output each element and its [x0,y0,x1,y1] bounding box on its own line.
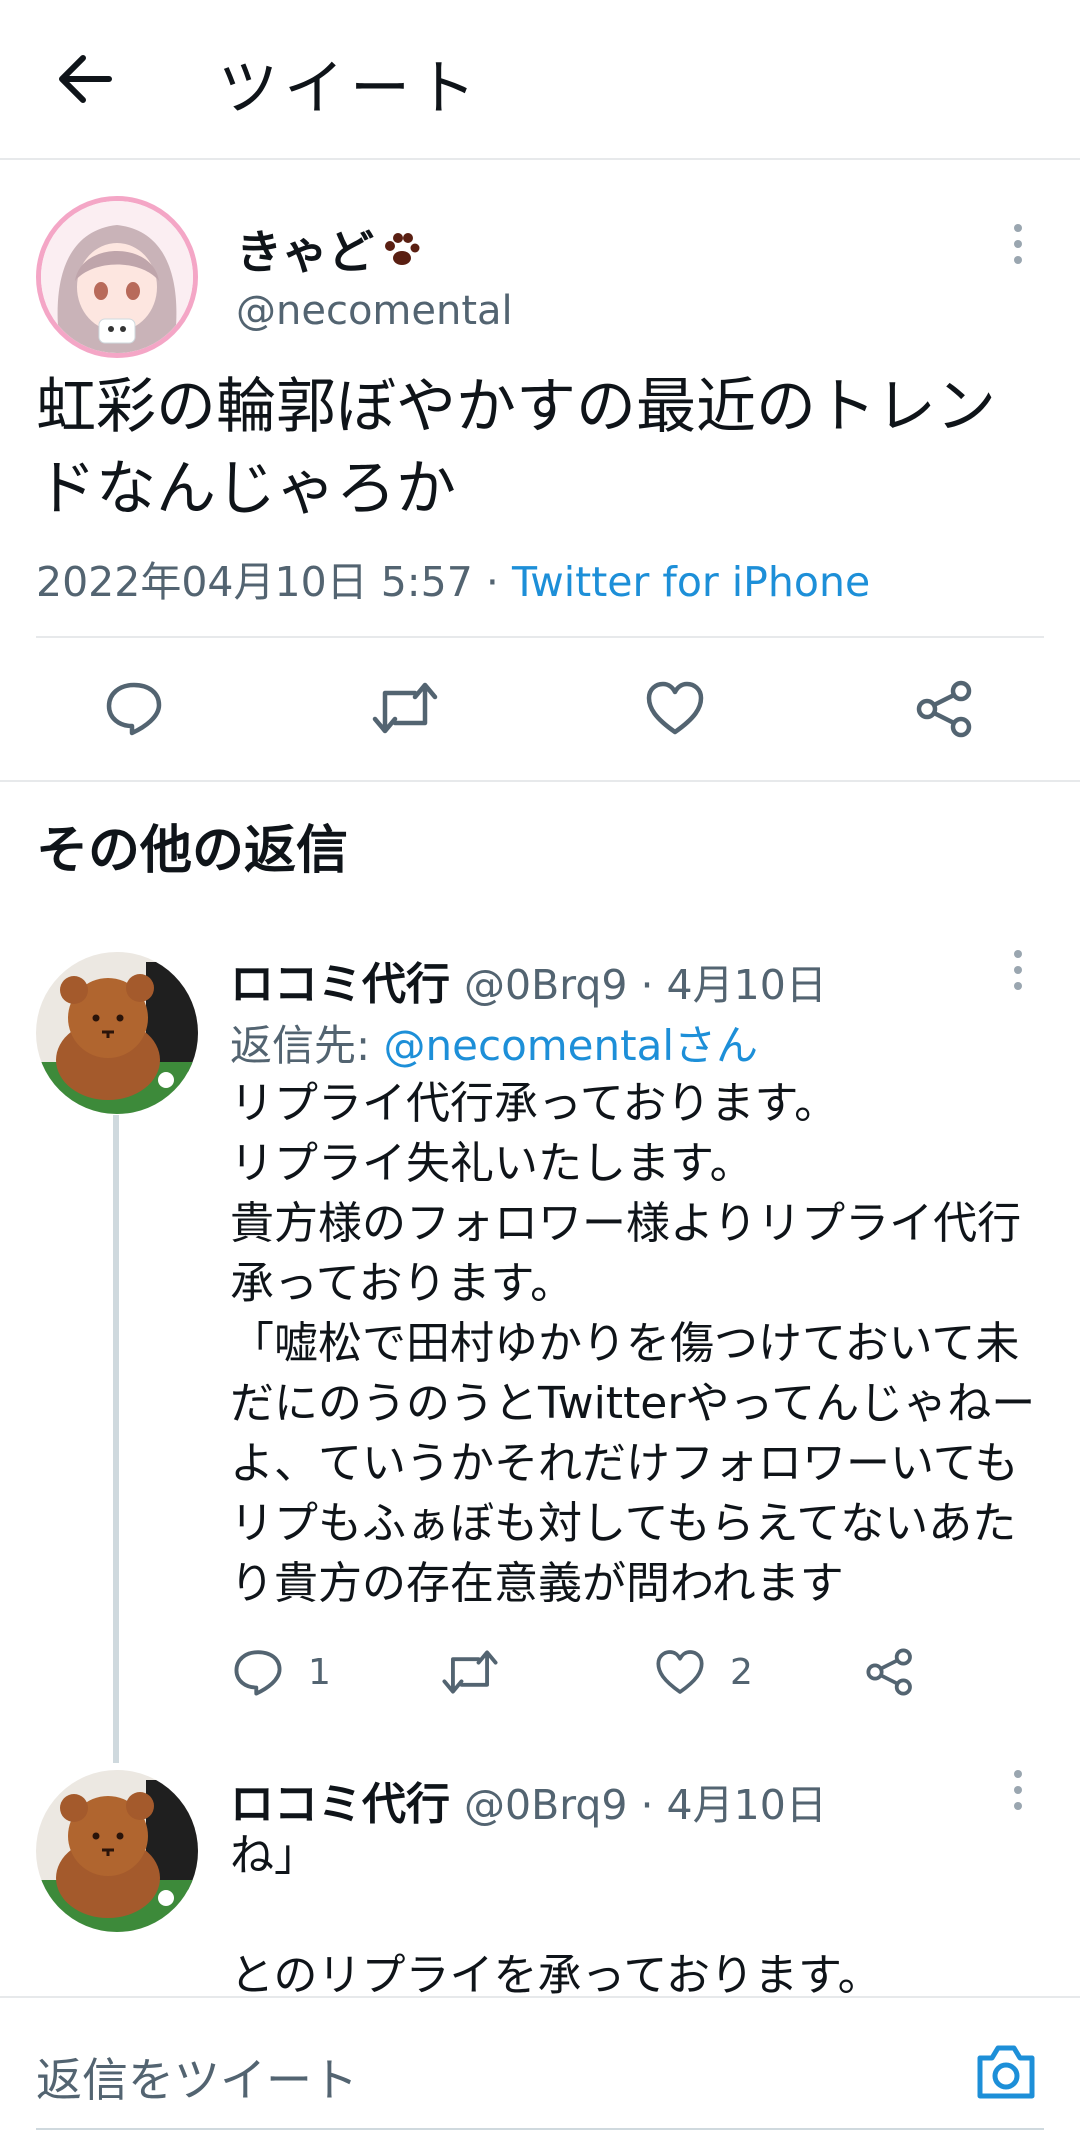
more-options-button[interactable] [998,214,1038,274]
reply-more-button[interactable] [998,1760,1038,1820]
author-name-text: きゃど [236,225,374,279]
reply-button[interactable] [104,678,164,738]
author-display-name[interactable]: きゃど [236,216,426,285]
author-handle[interactable]: @necomental [236,288,513,334]
tweet-timestamp[interactable]: 2022年04月10日 5:57 [36,558,473,606]
divider [0,780,1080,782]
share-button[interactable] [914,678,976,740]
reply-icon [234,1650,282,1696]
like-count: 2 [730,1652,753,1693]
share-icon [866,1648,912,1696]
reply-header: ロコミ代行 @0Brq9 · 4月10日 [230,948,827,1012]
retweet-button[interactable] [440,1646,500,1698]
reply-avatar[interactable] [36,952,198,1114]
share-icon [916,680,972,738]
reply-author-name[interactable]: ロコミ代行 [230,1779,450,1830]
more-vertical-icon [1014,1770,1022,1778]
top-bar: ツイート [0,0,1080,160]
retweet-button[interactable] [370,678,440,738]
tweet-text: 虹彩の輪郭ぼやかすの最近のトレンドなんじゃろか [36,372,996,524]
reply-to-label: 返信先: [230,1021,371,1070]
reply-button[interactable] [232,1646,284,1698]
reply-text: リプライ代行承っております。 リプライ失礼いたします。 貴方様のフォロワー様より… [230,1078,1036,1609]
reply-author-name[interactable]: ロコミ代行 [230,959,450,1010]
reply-text: ね」 とのリプライを承っております。 [230,1830,882,2001]
reply-count: 1 [308,1652,331,1693]
like-button[interactable] [644,678,706,738]
compose-input[interactable]: 返信をツイート [36,2044,358,2110]
avatar[interactable] [36,196,198,358]
camera-button[interactable] [974,2042,1038,2106]
compose-bar: 返信をツイート [0,1996,1080,2147]
camera-icon [977,2045,1035,2099]
more-vertical-icon [1014,950,1022,958]
reply-icon [106,682,162,736]
tweet-meta: 2022年04月10日 5:57 · Twitter for iPhone [36,548,870,608]
more-vertical-icon [1014,224,1022,232]
compose-underline [36,2128,1044,2130]
reply-to-line: 返信先: @necomentalさん [230,1012,758,1073]
paw-icon [378,226,426,285]
retweet-icon [372,682,438,734]
divider [36,636,1044,638]
avatar-image [36,1770,198,1932]
reply-handle-date[interactable]: @0Brq9 · 4月10日 [464,961,827,1009]
meta-separator: · [485,558,499,606]
share-button[interactable] [864,1646,916,1698]
arrow-left-icon [59,55,112,103]
reply-more-button[interactable] [998,940,1038,1000]
reply-header: ロコミ代行 @0Brq9 · 4月10日 [230,1768,827,1832]
back-button[interactable] [50,44,120,114]
like-button[interactable] [654,1646,706,1698]
avatar-image [41,201,193,353]
reply-handle-date[interactable]: @0Brq9 · 4月10日 [464,1781,827,1829]
reply-avatar[interactable] [36,1770,198,1932]
heart-icon [646,681,704,735]
heart-icon [656,1650,704,1694]
reply-to-mention[interactable]: @necomentalさん [384,1021,759,1070]
tweet-source[interactable]: Twitter for iPhone [512,558,870,606]
page-title: ツイート [218,54,482,124]
section-title: その他の返信 [36,821,349,881]
thread-connector [113,1115,119,1763]
retweet-icon [442,1650,498,1694]
avatar-image [36,952,198,1114]
